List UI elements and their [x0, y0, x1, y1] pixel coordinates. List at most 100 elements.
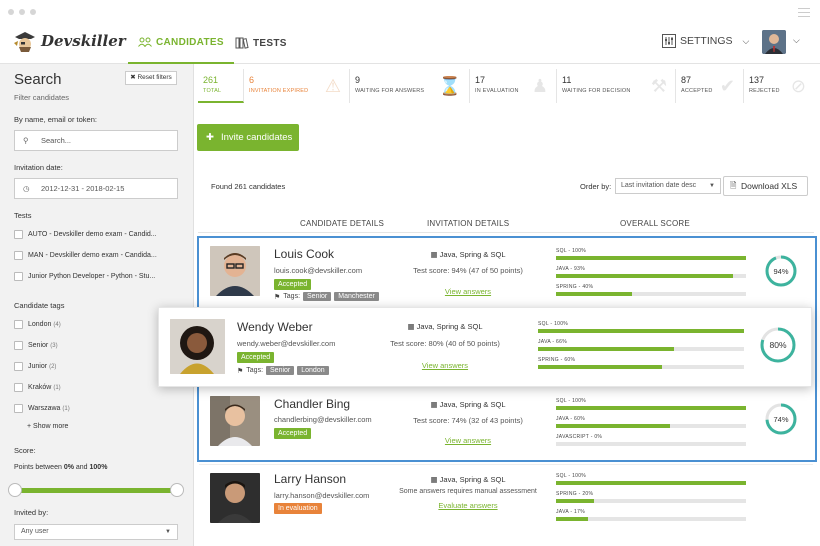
skill-label: SPRING - 60% [538, 357, 576, 363]
order-by-select[interactable]: Last invitation date desc ▼ [615, 178, 721, 194]
candidate-email: wendy.weber@devskiller.com [237, 339, 336, 348]
checkbox[interactable] [14, 230, 23, 239]
gavel-icon: ⚒ [650, 76, 667, 96]
stat-rejected[interactable]: ⊘ 137 REJECTED [744, 69, 814, 103]
tag-checkbox[interactable]: Kraków (1) [14, 383, 61, 392]
test-title: Java, Spring & SQL [439, 475, 506, 484]
pirate-logo-icon [14, 32, 35, 52]
order-by-label: Order by: [580, 182, 612, 191]
tag-name: Junior [28, 363, 48, 370]
settings-menu[interactable]: SETTINGS ⌵ [662, 34, 749, 48]
book-icon [235, 37, 249, 49]
user-plus-icon: ✚ [206, 132, 214, 143]
tag-checkbox[interactable]: Warszawa (1) [14, 404, 70, 413]
download-xls-button[interactable]: 🗎 Download XLS [723, 176, 808, 196]
avatar-image [762, 30, 786, 54]
stat-total[interactable]: 261 TOTAL [198, 69, 244, 103]
hourglass-icon: ⌛ [438, 76, 461, 96]
candidate-card-popup[interactable]: Wendy Weber wendy.weber@devskiller.com A… [158, 307, 812, 387]
user-avatar[interactable] [762, 30, 786, 54]
checkbox[interactable] [14, 362, 23, 371]
search-input[interactable]: ⚲ Search... [14, 130, 178, 151]
sliders-icon [662, 34, 676, 48]
slider-min-handle[interactable] [8, 483, 22, 497]
tag-count: (1) [53, 384, 61, 391]
reset-filters-label: Reset filters [137, 74, 172, 81]
col-overall-score: OVERALL SCORE [620, 219, 690, 228]
test-name: MAN - Devskiller demo exam - Candida... [28, 252, 157, 259]
settings-label: SETTINGS [680, 35, 733, 47]
points-mid: and [73, 464, 90, 471]
candidate-photo [210, 473, 260, 523]
hamburger-icon[interactable] [798, 8, 810, 17]
logo[interactable]: Devskiller [12, 28, 126, 54]
tag[interactable]: London [297, 366, 329, 375]
tag[interactable]: Senior [266, 366, 295, 375]
candidate-name[interactable]: Wendy Weber [237, 320, 313, 334]
book-icon: ▦ [407, 322, 415, 331]
points-max: 100% [89, 464, 108, 471]
score-slider[interactable] [8, 483, 184, 497]
tag-count: (4) [53, 321, 61, 328]
invite-candidates-button[interactable]: ✚ Invite candidates [197, 124, 299, 151]
tag-name: Senior [28, 342, 49, 349]
tab-candidates[interactable]: CANDIDATES [128, 22, 234, 64]
points-min: 0% [63, 464, 74, 471]
logo-text: Devskiller [41, 32, 126, 50]
status-tabs: 261 TOTAL ⚠ 6 INVITATION EXPIRED ⌛ 9 WAITING … [198, 69, 814, 103]
caret-down-icon: ▼ [709, 183, 715, 189]
clock-icon: ◷ [23, 184, 30, 193]
slider-max-handle[interactable] [170, 483, 184, 497]
invited-by-select[interactable]: Any user ▼ [14, 524, 178, 540]
test-score: Test score: 80% (40 of 50 points) [390, 339, 500, 348]
search-placeholder: Search... [41, 136, 72, 145]
skill-bar [538, 329, 744, 333]
evaluate-answers-link[interactable]: Evaluate answers [393, 501, 543, 510]
tag-checkbox[interactable]: London (4) [14, 320, 61, 329]
test-checkbox[interactable]: AUTO - Devskiller demo exam - Candid... [14, 230, 157, 239]
stat-waiting-answers[interactable]: ⌛ 9 WAITING FOR ANSWERS [350, 69, 470, 103]
tag-checkbox[interactable]: Senior (3) [14, 341, 58, 350]
close-icon: ✖ [130, 74, 136, 81]
skill-label: SQL - 100% [538, 321, 569, 327]
checkbox[interactable] [14, 272, 23, 281]
candidate-name[interactable]: Larry Hanson [274, 472, 346, 486]
stat-accepted[interactable]: ✔ 87 ACCEPTED [676, 69, 744, 103]
caret-down-icon: ▼ [165, 529, 171, 535]
checkbox[interactable] [14, 251, 23, 260]
checkbox[interactable] [14, 341, 23, 350]
tab-tests-label: TESTS [253, 37, 287, 49]
skill-bars: SQL - 100% JAVA - 66% SPRING - 60% [538, 321, 744, 375]
checkbox[interactable] [14, 404, 23, 413]
stat-invitation-expired[interactable]: ⚠ 6 INVITATION EXPIRED [244, 69, 350, 103]
skill-label: SQL - 100% [556, 473, 587, 479]
skill-bar-fill [556, 499, 594, 503]
user-menu-chevron-icon[interactable]: ⌵ [793, 35, 800, 46]
search-subtitle: Filter candidates [14, 93, 70, 102]
tag-count: (3) [50, 342, 58, 349]
candidate-email: larry.hanson@devskiller.com [274, 491, 370, 500]
candidate-photo [170, 319, 225, 374]
tag-icon: ⚑ [237, 367, 244, 375]
tag-checkbox[interactable]: Junior (2) [14, 362, 56, 371]
window-controls [8, 9, 36, 15]
view-answers-link[interactable]: View answers [370, 361, 520, 370]
stat-waiting-decision[interactable]: ⚒ 11 WAITING FOR DECISION [557, 69, 676, 103]
chevron-down-icon: ⌵ [742, 35, 750, 46]
tests-label: Tests [14, 211, 32, 220]
show-more-link[interactable]: + Show more [27, 423, 68, 430]
stat-in-evaluation[interactable]: ♟ 17 IN EVALUATION [470, 69, 557, 103]
date-range-input[interactable]: ◷ 2012-12-31 - 2018-02-15 [14, 178, 178, 199]
tab-tests[interactable]: TESTS [235, 22, 287, 64]
test-title: Java, Spring & SQL [416, 322, 483, 331]
points-range-text: Points between 0% and 100% [14, 464, 107, 471]
candidate-row[interactable]: Larry Hanson larry.hanson@devskiller.com… [199, 464, 813, 534]
reset-filters-button[interactable]: ✖ Reset filters [125, 71, 177, 85]
order-by-value: Last invitation date desc [621, 182, 697, 189]
checkbox[interactable] [14, 320, 23, 329]
users-icon [138, 37, 152, 47]
status-badge: Accepted [237, 352, 275, 363]
checkbox[interactable] [14, 383, 23, 392]
test-checkbox[interactable]: MAN - Devskiller demo exam - Candida... [14, 251, 157, 260]
test-checkbox[interactable]: Junior Python Developer - Python - Stu..… [14, 272, 155, 281]
